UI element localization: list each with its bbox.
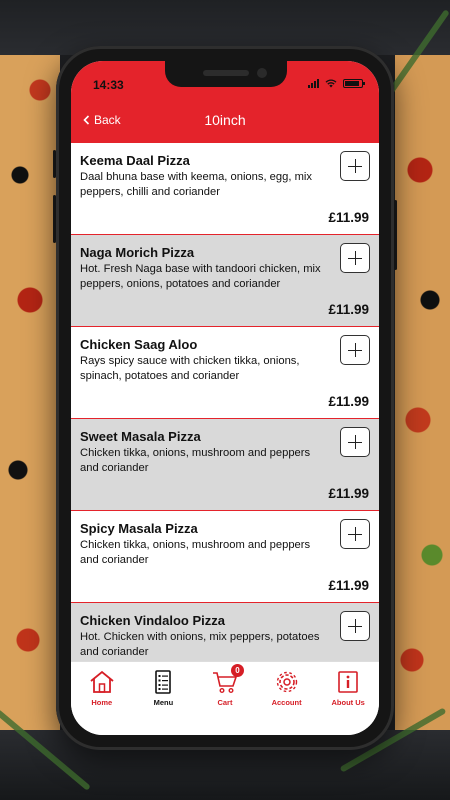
item-description: Chicken tikka, onions, mushroom and pepp… [80, 447, 311, 474]
phone-side-button [394, 200, 397, 270]
item-name: Spicy Masala Pizza [80, 521, 198, 536]
item-name: Chicken Vindaloo Pizza [80, 613, 225, 628]
tab-about-us[interactable]: About Us [317, 662, 379, 714]
tab-cart[interactable]: 0 Cart [194, 662, 256, 714]
add-item-button[interactable] [340, 427, 370, 457]
menu-list-icon [155, 670, 172, 694]
item-price: £11.99 [328, 210, 369, 225]
menu-item: Sweet Masala Pizza Chicken tikka, onions… [71, 419, 379, 511]
status-time: 14:33 [93, 78, 124, 92]
tab-label: Menu [153, 698, 174, 707]
item-price: £11.99 [328, 578, 369, 593]
cart-badge: 0 [230, 664, 244, 677]
info-icon [338, 671, 358, 693]
home-indicator-area [71, 713, 379, 735]
tab-label: Home [91, 698, 113, 707]
app-screen: 14:33 Back 10inch Keema Daal Pizza Daal … [71, 61, 379, 735]
item-name: Keema Daal Pizza [80, 153, 190, 168]
camera [257, 68, 267, 78]
item-description: Rays spicy sauce with chicken tikka, oni… [80, 355, 300, 382]
add-item-button[interactable] [340, 151, 370, 181]
item-description: Hot. Chicken with onions, mix peppers, p… [80, 631, 320, 658]
menu-item-list: Keema Daal Pizza Daal bhuna base with ke… [71, 143, 379, 661]
gear-icon [276, 671, 297, 693]
item-price: £11.99 [328, 394, 369, 409]
add-item-button[interactable] [340, 335, 370, 365]
tab-label: Cart [217, 698, 233, 707]
item-price: £11.99 [328, 302, 369, 317]
battery-icon [343, 78, 365, 88]
nav-bar: Back 10inch [71, 101, 379, 143]
menu-item: Chicken Saag Aloo Rays spicy sauce with … [71, 327, 379, 419]
menu-item: Chicken Vindaloo Pizza Hot. Chicken with… [71, 603, 379, 661]
item-price: £11.99 [328, 486, 369, 501]
status-icons [308, 78, 365, 88]
phone-frame: 14:33 Back 10inch Keema Daal Pizza Daal … [56, 46, 394, 750]
tab-label: About Us [331, 698, 365, 707]
tab-bar: Home Menu 0 Cart Account About Us [71, 661, 379, 714]
phone-notch [165, 61, 287, 87]
item-name: Naga Morich Pizza [80, 245, 195, 260]
home-icon [90, 670, 114, 693]
tab-menu[interactable]: Menu [133, 662, 195, 714]
add-item-button[interactable] [340, 243, 370, 273]
wifi-icon [325, 78, 337, 87]
tab-home[interactable]: Home [71, 662, 133, 714]
signal-icon [308, 78, 319, 88]
item-description: Hot. Fresh Naga base with tandoori chick… [80, 263, 321, 290]
item-name: Sweet Masala Pizza [80, 429, 201, 444]
item-description: Daal bhuna base with keema, onions, egg,… [80, 171, 312, 198]
menu-item: Spicy Masala Pizza Chicken tikka, onions… [71, 511, 379, 603]
tab-label: Account [271, 698, 302, 707]
menu-item: Naga Morich Pizza Hot. Fresh Naga base w… [71, 235, 379, 327]
menu-item: Keema Daal Pizza Daal bhuna base with ke… [71, 143, 379, 235]
add-item-button[interactable] [340, 611, 370, 641]
tab-account[interactable]: Account [256, 662, 318, 714]
page-title: 10inch [204, 112, 246, 128]
item-name: Chicken Saag Aloo [80, 337, 198, 352]
item-description: Chicken tikka, onions, mushroom and pepp… [80, 539, 311, 566]
speaker [203, 70, 249, 76]
add-item-button[interactable] [340, 519, 370, 549]
